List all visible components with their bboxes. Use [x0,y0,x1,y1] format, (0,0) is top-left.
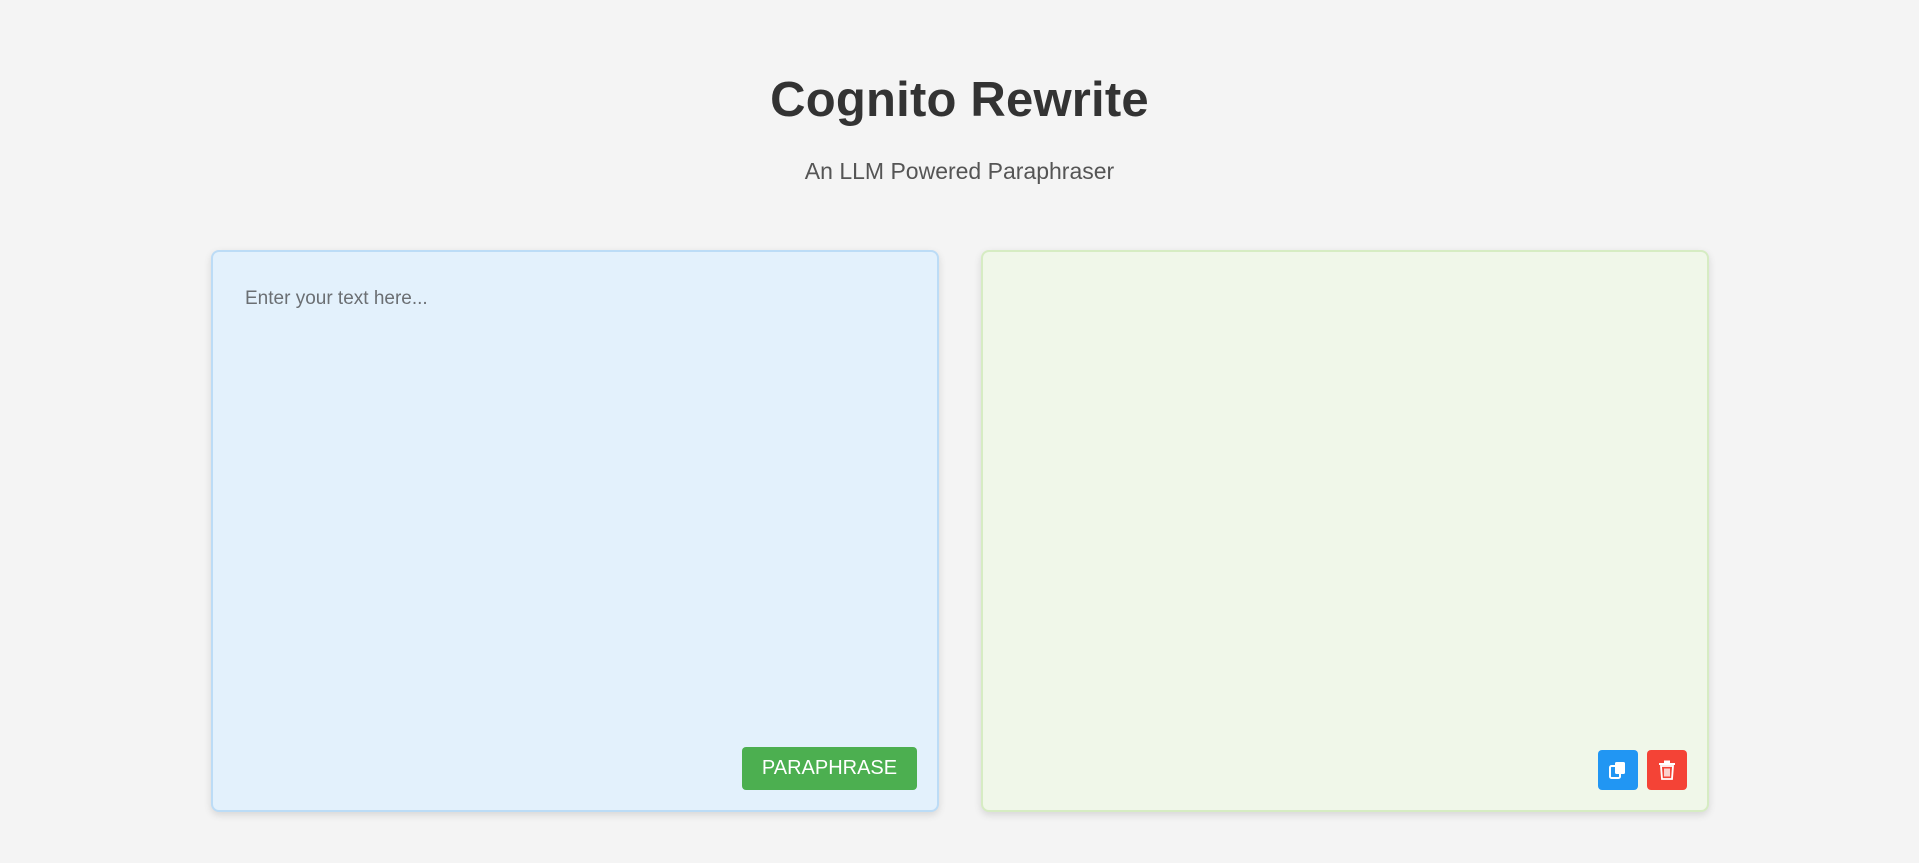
page-title: Cognito Rewrite [770,73,1149,127]
copy-button[interactable] [1598,750,1638,790]
trash-icon [1657,759,1677,781]
delete-button[interactable] [1647,750,1687,790]
output-text-area[interactable] [983,252,1707,810]
input-panel: PARAPHRASE [211,250,939,812]
paraphrase-button[interactable]: PARAPHRASE [742,747,917,790]
input-text-area[interactable] [213,252,937,810]
output-panel [981,250,1709,812]
copy-icon [1607,759,1629,781]
page-subtitle: An LLM Powered Paraphraser [804,158,1115,184]
page: Cognito Rewrite An LLM Powered Paraphras… [0,0,1919,863]
